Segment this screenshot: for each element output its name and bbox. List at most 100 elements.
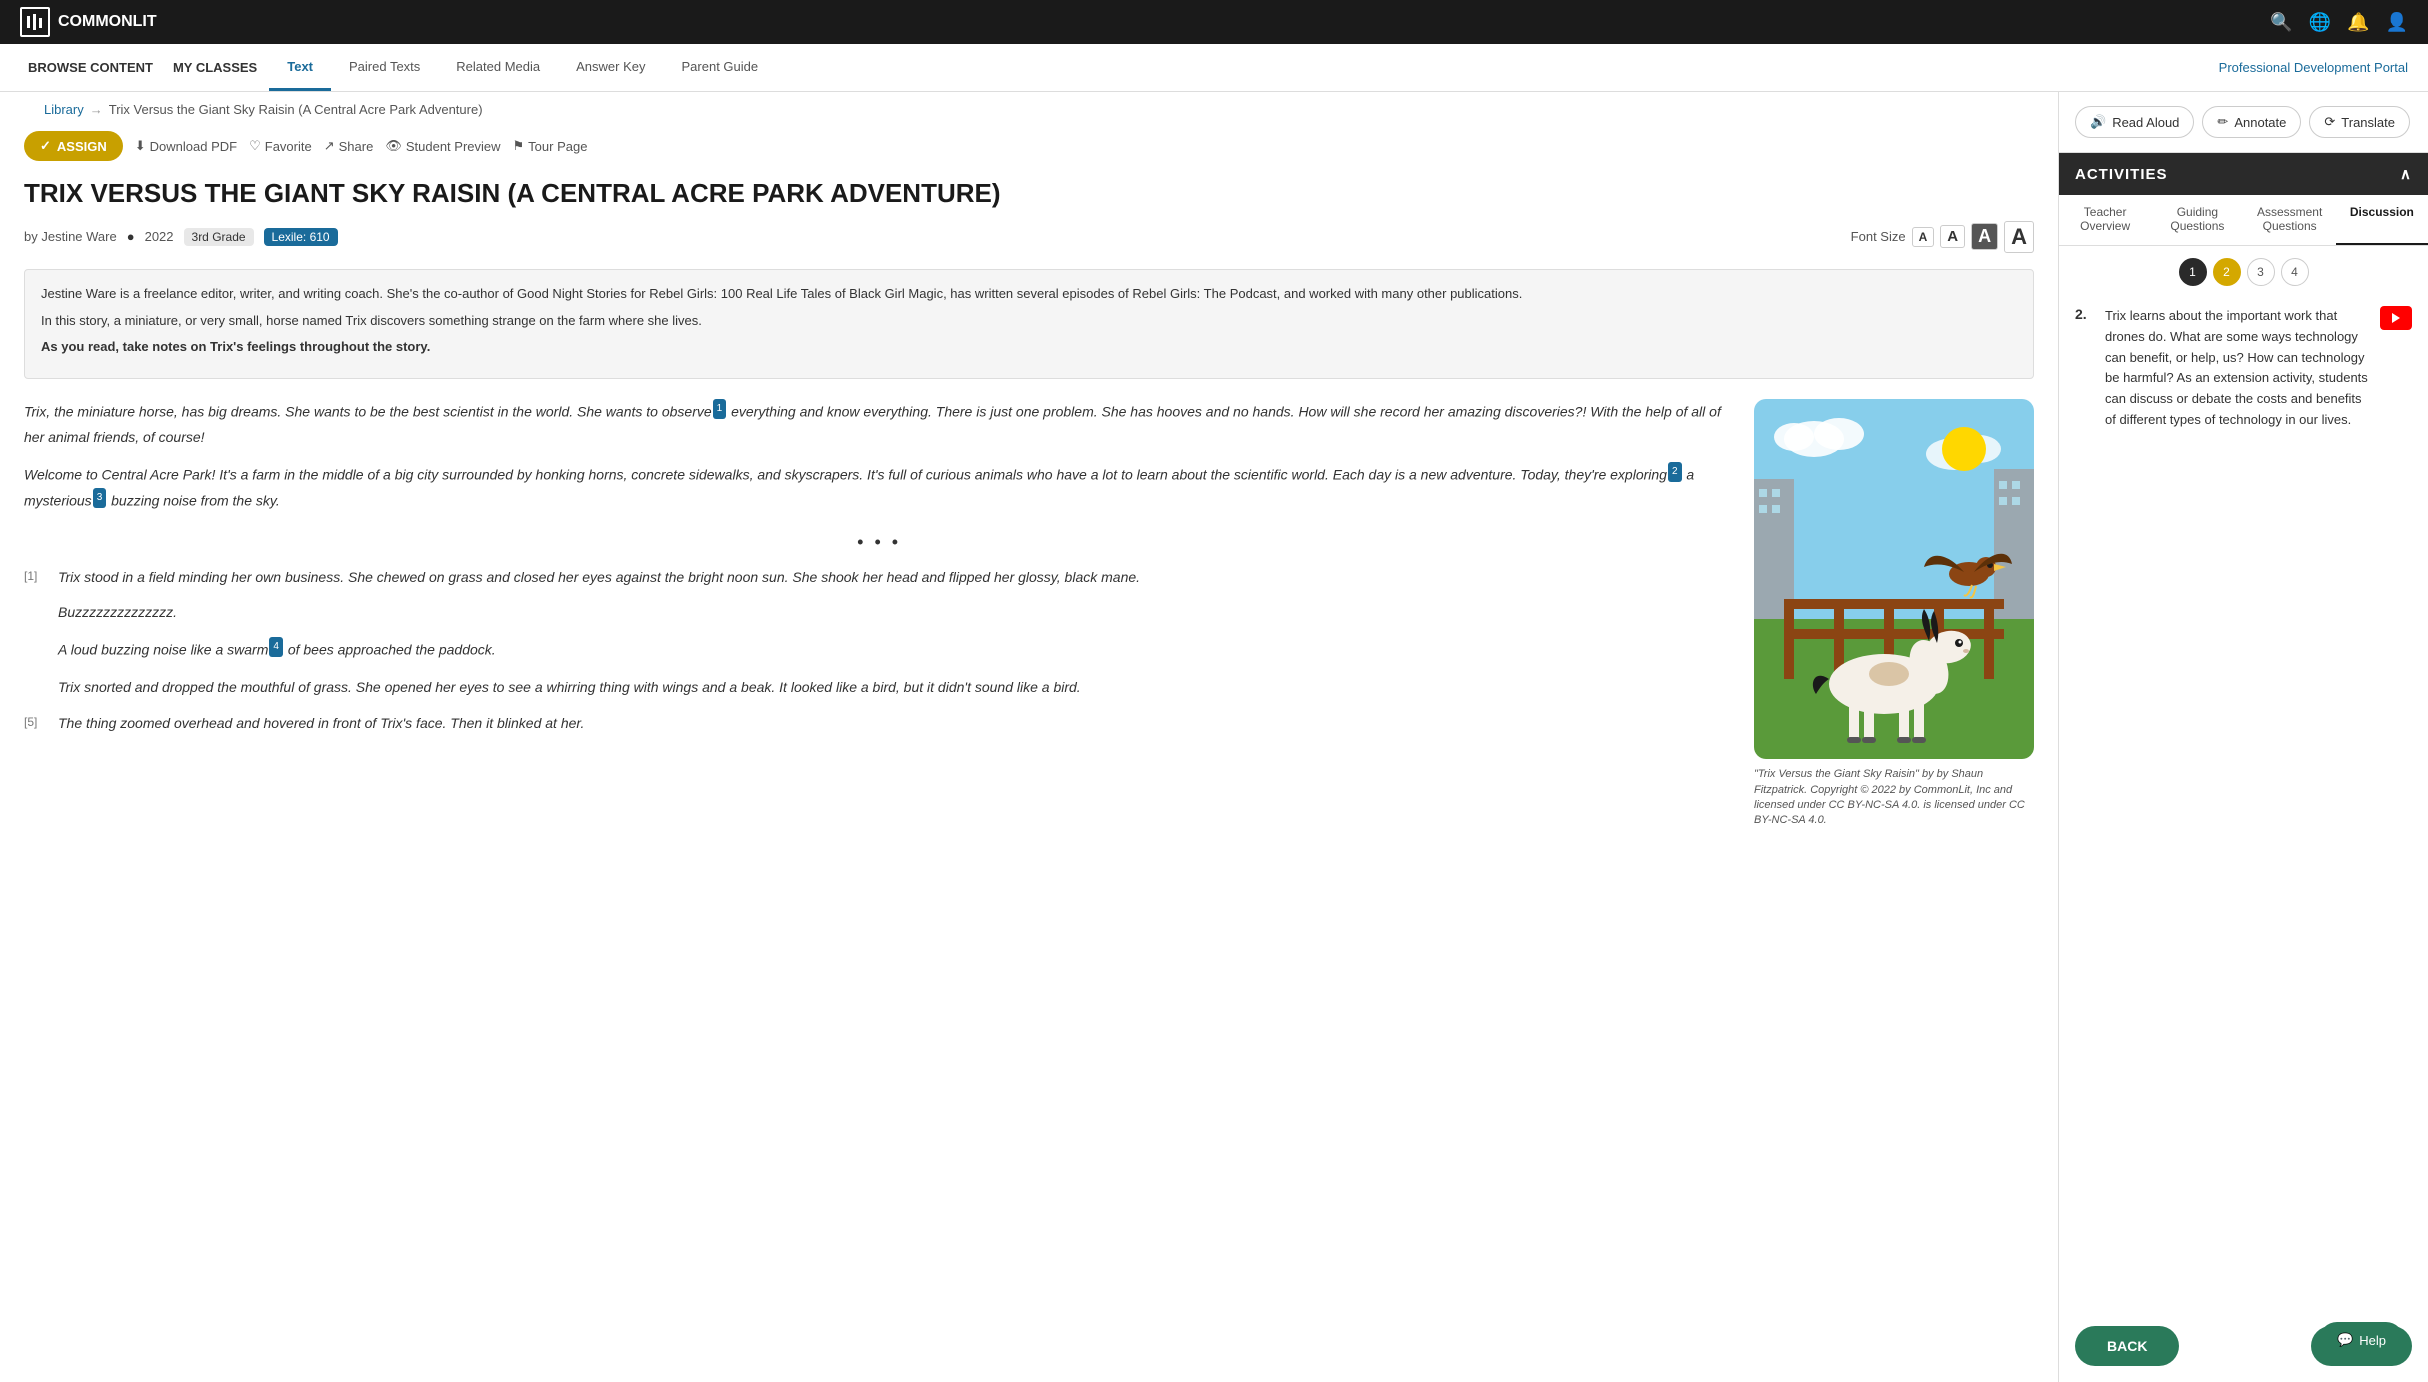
share-icon: ↗ [324, 138, 335, 154]
page-dot-3[interactable]: 3 [2247, 258, 2275, 286]
meta-dot: ● [127, 229, 135, 244]
book-author: by Jestine Ware [24, 229, 117, 244]
author-bio: Jestine Ware is a freelance editor, writ… [41, 284, 2017, 305]
image-caption: "Trix Versus the Giant Sky Raisin" by by… [1754, 767, 2034, 829]
top-nav: COMMONLIT 🔍 🌐 🔔 👤 [0, 0, 2428, 44]
annotate-label: Annotate [2234, 115, 2286, 130]
font-medium-button[interactable]: A [1940, 225, 1965, 248]
tab-assessment-questions[interactable]: Assessment Questions [2244, 195, 2336, 245]
content-area: Library → Trix Versus the Giant Sky Rais… [0, 92, 2058, 1382]
lexile-badge: Lexile: 610 [264, 228, 338, 246]
globe-icon[interactable]: 🌐 [2309, 12, 2331, 33]
breadcrumb: Library → Trix Versus the Giant Sky Rais… [24, 92, 2034, 127]
help-icon: 💬 [2337, 1332, 2353, 1348]
action-bar: ✓ ASSIGN ⬇ Download PDF ♡ Favorite ↗ Sha… [24, 127, 2034, 161]
book-year: 2022 [145, 229, 174, 244]
tab-teacher-overview[interactable]: Teacher Overview [2059, 195, 2151, 245]
speaker-icon: 🔊 [2090, 114, 2106, 130]
reading-instruction: As you read, take notes on Trix's feelin… [41, 337, 2017, 358]
logo-text: COMMONLIT [58, 13, 157, 31]
trix-reaction: Trix snorted and dropped the mouthful of… [24, 675, 1734, 700]
tab-discussion[interactable]: Discussion [2336, 195, 2428, 245]
logo: COMMONLIT [20, 7, 157, 37]
page-dot-2[interactable]: 2 [2213, 258, 2241, 286]
footnote-3[interactable]: 3 [93, 488, 107, 508]
footnote-4[interactable]: 4 [269, 637, 283, 657]
search-icon[interactable]: 🔍 [2270, 12, 2292, 33]
info-box: Jestine Ware is a freelance editor, writ… [24, 269, 2034, 379]
tab-list: Text Paired Texts Related Media Answer K… [269, 45, 776, 91]
tour-page-button[interactable]: ⚑ Tour Page [513, 138, 588, 154]
nav-left: BROWSE CONTENT MY CLASSES Text Paired Te… [20, 45, 2219, 91]
youtube-button[interactable] [2380, 306, 2412, 330]
question-header: 2. Trix learns about the important work … [2075, 306, 2412, 431]
heart-icon: ♡ [249, 138, 261, 154]
story-text: Trix, the miniature horse, has big dream… [24, 399, 1734, 829]
browse-content-button[interactable]: BROWSE CONTENT [20, 56, 161, 79]
font-small-button[interactable]: A [1912, 227, 1935, 247]
back-button[interactable]: BACK [2075, 1326, 2179, 1366]
secondary-nav: BROWSE CONTENT MY CLASSES Text Paired Te… [0, 44, 2428, 92]
para-num-5: [5] [24, 712, 48, 736]
user-icon[interactable]: 👤 [2386, 12, 2408, 33]
my-classes-button[interactable]: MY CLASSES [165, 56, 265, 79]
tab-paired-texts[interactable]: Paired Texts [331, 45, 438, 91]
help-button[interactable]: 💬 Help [2319, 1322, 2404, 1358]
para-2: Welcome to Central Acre Park! It's a far… [24, 462, 1734, 514]
book-meta: by Jestine Ware ● 2022 3rd Grade Lexile:… [24, 221, 2034, 253]
activities-tabs: Teacher Overview Guiding Questions Asses… [2059, 195, 2428, 246]
tab-related-media[interactable]: Related Media [438, 45, 558, 91]
question-text: Trix learns about the important work tha… [2105, 306, 2370, 431]
bell-icon[interactable]: 🔔 [2347, 12, 2369, 33]
assign-label: ASSIGN [57, 139, 107, 154]
book-title: TRIX VERSUS THE GIANT SKY RAISIN (A CENT… [24, 177, 2034, 211]
translate-label: Translate [2341, 115, 2395, 130]
assign-button[interactable]: ✓ ASSIGN [24, 131, 123, 161]
buzzing-sound: Buzzzzzzzzzzzzzz. [24, 600, 1734, 625]
footnote-2[interactable]: 2 [1668, 462, 1682, 482]
pagination-dots: 1 2 3 4 [2059, 246, 2428, 294]
story-summary: In this story, a miniature, or very smal… [41, 311, 2017, 332]
footnote-1[interactable]: 1 [713, 399, 727, 419]
story-illustration [1754, 399, 2034, 759]
page-dot-1[interactable]: 1 [2179, 258, 2207, 286]
activities-header: ACTIVITIES ∧ [2059, 153, 2428, 195]
breadcrumb-library[interactable]: Library [44, 102, 84, 117]
eye-icon: 👁 [385, 138, 402, 154]
tab-answer-key[interactable]: Answer Key [558, 45, 663, 91]
right-panel: 🔊 Read Aloud ✏ Annotate ⟳ Translate ACTI… [2058, 92, 2428, 1382]
translate-icon: ⟳ [2324, 114, 2335, 130]
font-large-button[interactable]: A [1971, 223, 1998, 250]
story-section: Trix, the miniature horse, has big dream… [24, 399, 2034, 829]
main-layout: Library → Trix Versus the Giant Sky Rais… [0, 92, 2428, 1382]
pencil-icon: ✏ [2217, 114, 2228, 130]
student-preview-button[interactable]: 👁 Student Preview [385, 138, 500, 154]
question-card: 2. Trix learns about the important work … [2059, 294, 2428, 1310]
collapse-icon[interactable]: ∧ [2400, 165, 2412, 183]
annotate-button[interactable]: ✏ Annotate [2202, 106, 2301, 138]
breadcrumb-current: Trix Versus the Giant Sky Raisin (A Cent… [109, 102, 483, 117]
professional-development-link[interactable]: Professional Development Portal [2219, 60, 2408, 75]
download-icon: ⬇ [135, 138, 146, 154]
tab-text[interactable]: Text [269, 45, 331, 91]
translate-button[interactable]: ⟳ Translate [2309, 106, 2410, 138]
read-aloud-button[interactable]: 🔊 Read Aloud [2075, 106, 2194, 138]
youtube-play-icon [2392, 313, 2400, 323]
panel-top-buttons: 🔊 Read Aloud ✏ Annotate ⟳ Translate [2059, 92, 2428, 153]
tab-guiding-questions[interactable]: Guiding Questions [2151, 195, 2243, 245]
favorite-button[interactable]: ♡ Favorite [249, 138, 312, 154]
ellipsis: • • • [24, 526, 1734, 558]
activities-title: ACTIVITIES [2075, 166, 2168, 183]
grade-badge: 3rd Grade [184, 228, 254, 246]
font-size-controls: Font Size A A A A [1851, 221, 2034, 253]
help-label: Help [2359, 1333, 2386, 1348]
page-dot-4[interactable]: 4 [2281, 258, 2309, 286]
flag-icon: ⚑ [513, 138, 525, 154]
top-nav-right: 🔍 🌐 🔔 👤 [2270, 12, 2408, 33]
font-xlarge-button[interactable]: A [2004, 221, 2034, 253]
breadcrumb-separator: → [90, 102, 103, 117]
para-num-1: [1] [24, 566, 48, 590]
share-button[interactable]: ↗ Share [324, 138, 374, 154]
download-pdf-button[interactable]: ⬇ Download PDF [135, 138, 237, 154]
tab-parent-guide[interactable]: Parent Guide [664, 45, 777, 91]
